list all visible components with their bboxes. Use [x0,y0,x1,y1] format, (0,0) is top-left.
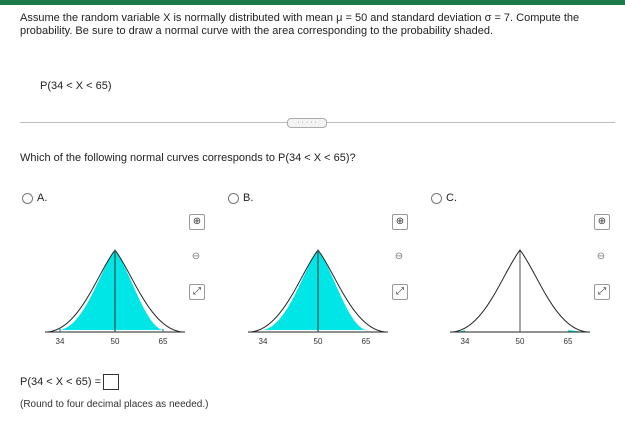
popout-icon[interactable]: ⤢ [392,284,408,300]
option-a[interactable]: A. [22,192,47,204]
answer-prefix: P(34 < X < 65) = [20,376,102,388]
curve-b-shade [263,250,366,330]
normal-curve-a: 34 50 65 [45,249,185,346]
tick-label: 34 [56,337,65,346]
question-text: Which of the following normal curves cor… [20,152,356,164]
zoom-out-icon[interactable]: ⊖ [189,250,203,264]
popout-icon[interactable]: ⤢ [594,284,610,300]
option-b-label: B. [243,192,254,204]
normal-curve-c: 34 50 65 [450,249,590,346]
curve-a-shade [60,250,163,330]
rounding-hint: (Round to four decimal places as needed.… [20,399,209,410]
option-c-label: C. [446,192,457,204]
radio-option-b[interactable] [228,192,239,204]
tick-label: 65 [362,337,371,346]
zoom-in-icon[interactable]: ⊕ [594,214,610,230]
tick-label: 50 [111,337,120,346]
normal-curve-b: 34 50 65 [248,249,388,346]
popout-icon[interactable]: ⤢ [189,284,205,300]
option-c[interactable]: C. [431,192,457,204]
tick-label: 34 [461,337,470,346]
zoom-out-icon[interactable]: ⊖ [594,250,608,264]
probability-expression: P(34 < X < 65) [40,80,112,92]
answer-row: P(34 < X < 65) = [20,374,120,390]
zoom-in-icon[interactable]: ⊕ [392,214,408,230]
tick-label: 34 [259,337,268,346]
answer-input[interactable] [103,374,120,390]
tick-label: 50 [516,337,525,346]
tick-label: 50 [314,337,323,346]
option-a-label: A. [37,192,48,204]
tick-label: 65 [564,337,573,346]
zoom-out-icon[interactable]: ⊖ [392,250,406,264]
option-b[interactable]: B. [228,192,253,204]
problem-statement: Assume the random variable X is normally… [20,12,580,37]
tick-label: 65 [159,337,168,346]
top-accent-bar [0,0,625,5]
divider-handle[interactable]: · · · · · [287,118,327,128]
radio-option-a[interactable] [22,192,33,204]
zoom-in-icon[interactable]: ⊕ [189,214,205,230]
radio-option-c[interactable] [431,192,442,204]
